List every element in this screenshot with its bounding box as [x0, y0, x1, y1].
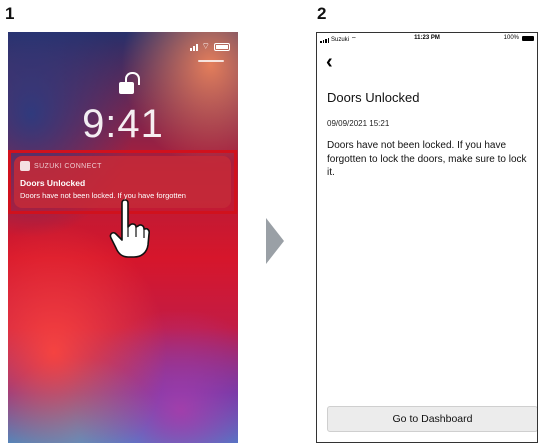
chevron-left-icon[interactable]: ‹	[326, 52, 333, 72]
battery-icon	[522, 35, 534, 41]
notification-date: 09/09/2021 15:21	[327, 119, 390, 128]
notification-app-header: SUZUKI CONNECT	[20, 161, 102, 171]
step-number-1: 1	[5, 4, 15, 23]
signal-icon	[189, 44, 198, 51]
step-number-2: 2	[317, 4, 327, 23]
unlocked-padlock-icon	[119, 72, 140, 94]
app-icon	[20, 161, 30, 171]
battery-percent: 100%	[503, 35, 519, 41]
notification-body: Doors have not been locked. If you have …	[20, 191, 186, 200]
tap-hand-icon	[109, 199, 150, 258]
notification-message: Doors have not been locked. If you have …	[327, 140, 527, 178]
wifi-icon: ⌔	[201, 41, 210, 51]
lock-screen-clock: 9:41	[82, 102, 164, 146]
next-step-arrow-icon	[266, 218, 284, 264]
notification-app-name: SUZUKI CONNECT	[34, 162, 102, 170]
battery-icon	[214, 43, 230, 51]
status-bar: Suzuki ⌔ 11:23 PM 100%	[317, 33, 537, 45]
go-to-dashboard-button[interactable]: Go to Dashboard	[327, 406, 537, 432]
page-title: Doors Unlocked	[327, 90, 420, 105]
status-bar: ⌔	[189, 41, 230, 51]
battery-group: 100%	[504, 35, 534, 41]
notification-title: Doors Unlocked	[20, 178, 86, 188]
top-indicator-bar	[198, 60, 224, 62]
app-screen: Suzuki ⌔ 11:23 PM 100% ‹ Doors Unlocked …	[316, 32, 538, 443]
lock-screen: ⌔ 9:41 SUZUKI CONNECT Doors Unlocked Doo…	[8, 32, 238, 443]
